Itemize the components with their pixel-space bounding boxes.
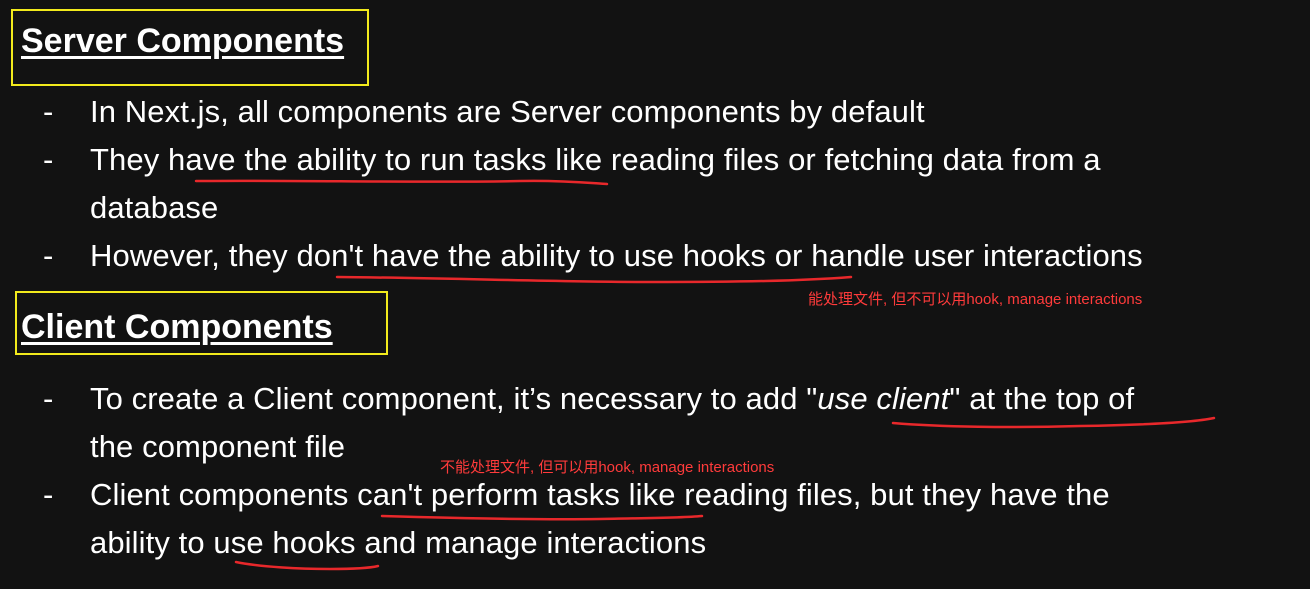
client-annotation-note: 不能处理文件, 但可以用hook, manage interactions [440,459,775,476]
server-bullet-1: - [43,94,54,129]
underline-use-hooks [234,560,380,571]
client-line-1-prefix: To create a Client component, it’s neces… [90,381,818,416]
server-bullet-3: - [43,238,54,273]
client-heading: Client Components [21,308,333,346]
client-line-3: Client components can't perform tasks li… [90,477,1110,512]
server-line-4: However, they don't have the ability to … [90,238,1143,273]
server-line-1: In Next.js, all components are Server co… [90,94,925,129]
client-line-1: To create a Client component, it’s neces… [90,381,1134,417]
client-bullet-1: - [43,381,54,416]
client-line-1-suffix: " at the top of [949,381,1135,416]
underline-cant-use-hooks [335,275,853,284]
underline-cant-perform [380,514,704,521]
client-bullet-2: - [43,477,54,512]
client-line-2: the component file [90,429,346,464]
server-annotation-note: 能处理文件, 但不可以用hook, manage interactions [808,291,1143,308]
server-bullet-2: - [43,142,54,177]
server-line-3: database [90,190,219,225]
underline-run-tasks [194,179,609,186]
underline-use-client [891,416,1216,429]
client-line-4: ability to use hooks and manage interact… [90,525,707,560]
server-line-2: They have the ability to run tasks like … [90,142,1101,177]
use-client-directive: use client [817,381,950,416]
server-heading: Server Components [21,22,345,60]
